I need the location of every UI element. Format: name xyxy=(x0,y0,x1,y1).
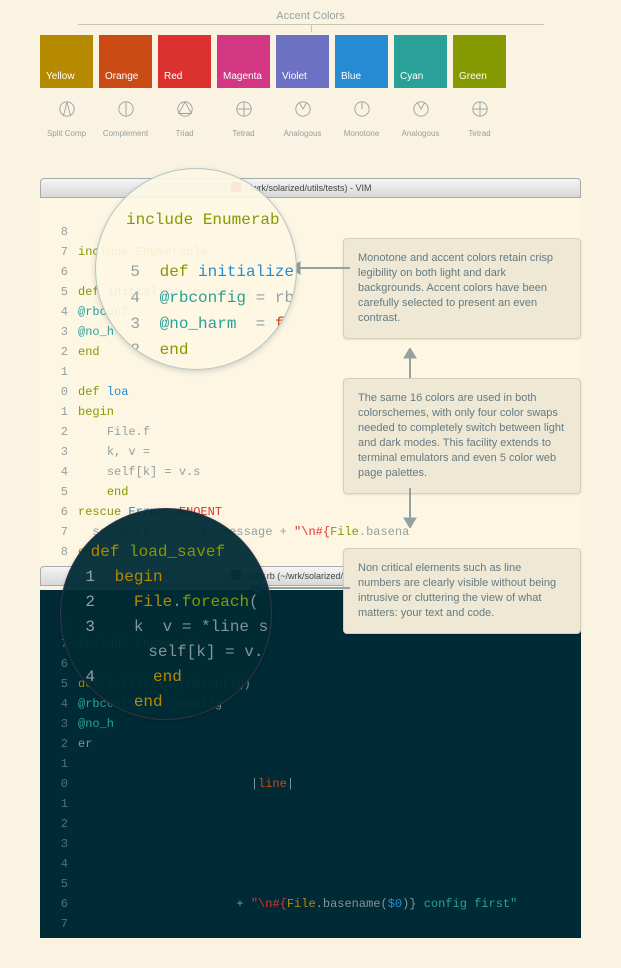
swatch-magenta: Magenta xyxy=(217,35,270,88)
relation-monotone: Monotone xyxy=(335,100,388,138)
relation-analogous: Analogous xyxy=(276,100,329,138)
swatch-orange: Orange xyxy=(99,35,152,88)
relation-splitcomp: Split Comp xyxy=(40,100,93,138)
relation-row: Split Comp Complement Triad Tetrad Analo… xyxy=(40,100,581,138)
magnifier-light: include Enumerab 5 def initialize(rbc 4 … xyxy=(95,168,297,370)
magnifier-dark: def load_savef 1 begin 2 File.foreach( 3… xyxy=(60,508,272,720)
swatch-blue: Blue xyxy=(335,35,388,88)
swatch-violet: Violet xyxy=(276,35,329,88)
relation-analogous-2: Analogous xyxy=(394,100,447,138)
relation-tetrad: Tetrad xyxy=(217,100,270,138)
arrow-left-icon xyxy=(290,258,350,278)
relation-triad: Triad xyxy=(158,100,211,138)
callout-sixteen: The same 16 colors are used in both colo… xyxy=(343,378,581,494)
callout-contrast: Monotone and accent colors retain crisp … xyxy=(343,238,581,339)
callout-linenumbers: Non critical elements such as line numbe… xyxy=(343,548,581,634)
swatch-yellow: Yellow xyxy=(40,35,93,88)
relation-complement: Complement xyxy=(99,100,152,138)
swatch-red: Red xyxy=(158,35,211,88)
relation-tetrad-2: Tetrad xyxy=(453,100,506,138)
light-titlebar: /wrk/solarized/utils/tests) - VIM xyxy=(40,178,581,198)
accent-divider xyxy=(78,24,544,25)
swatch-row: Yellow Orange Red Magenta Violet Blue Cy… xyxy=(40,35,581,88)
swatch-green: Green xyxy=(453,35,506,88)
arrow-up-icon xyxy=(400,348,420,378)
accent-colors-title: Accent Colors xyxy=(40,10,581,22)
swatch-cyan: Cyan xyxy=(394,35,447,88)
arrow-down-icon xyxy=(400,488,420,528)
